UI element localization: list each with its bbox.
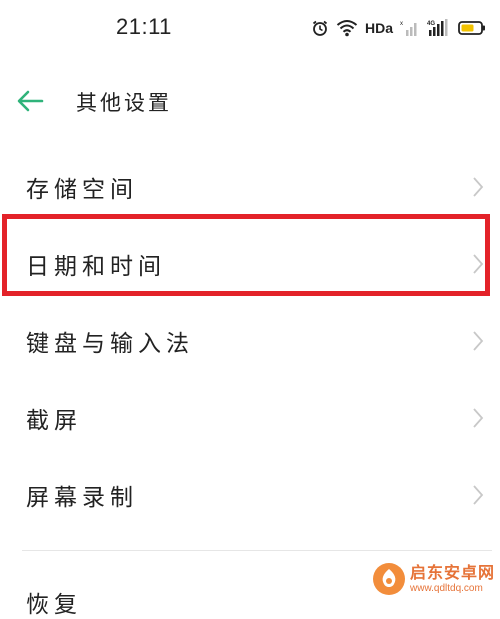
watermark-url: www.qdltdq.com xyxy=(410,582,483,594)
settings-item-keyboard-input[interactable]: 键盘与输入法 xyxy=(0,302,500,379)
settings-item-screenshot[interactable]: 截屏 xyxy=(0,379,500,456)
site-watermark: 启东安卓网 www.qdltdq.com xyxy=(372,558,500,600)
settings-item-date-time[interactable]: 日期和时间 xyxy=(0,225,500,302)
signal-sim1-icon: x xyxy=(400,19,420,37)
settings-item-partial[interactable]: 恢复 xyxy=(26,585,82,619)
svg-text:4G: 4G xyxy=(427,21,435,27)
settings-item-label: 存储空间 xyxy=(26,177,138,203)
network-type-label: HDa xyxy=(364,20,393,36)
settings-item-screen-recording[interactable]: 屏幕录制 xyxy=(0,456,500,533)
settings-item-label: 截屏 xyxy=(26,408,82,434)
signal-sim2-icon: 4G xyxy=(427,19,451,37)
settings-item-label: 键盘与输入法 xyxy=(26,331,194,357)
chevron-right-icon xyxy=(473,177,484,197)
status-bar: 21:11 HDa x 4G xyxy=(0,0,500,56)
watermark-title: 启东安卓网 xyxy=(410,562,496,582)
watermark-logo-icon xyxy=(373,563,405,595)
status-time: 21:11 xyxy=(116,14,172,39)
chevron-right-icon xyxy=(473,254,484,274)
settings-list: 存储空间 日期和时间 键盘与输入法 截屏 屏幕录制 xyxy=(0,148,500,533)
status-icons: HDa x 4G xyxy=(304,16,486,40)
chevron-right-icon xyxy=(473,408,484,428)
section-divider xyxy=(22,550,492,551)
svg-text:x: x xyxy=(400,21,403,27)
back-button[interactable] xyxy=(14,86,46,116)
chevron-right-icon xyxy=(473,331,484,351)
chevron-right-icon xyxy=(473,485,484,505)
alarm-icon xyxy=(311,19,329,37)
settings-item-storage[interactable]: 存储空间 xyxy=(0,148,500,225)
page-header: 其他设置 xyxy=(0,78,500,124)
settings-item-label: 日期和时间 xyxy=(26,254,166,280)
settings-item-label: 屏幕录制 xyxy=(26,485,138,511)
arrow-left-icon xyxy=(17,90,44,112)
wifi-icon xyxy=(336,19,358,37)
page-title: 其他设置 xyxy=(76,91,172,115)
battery-icon xyxy=(458,19,486,37)
